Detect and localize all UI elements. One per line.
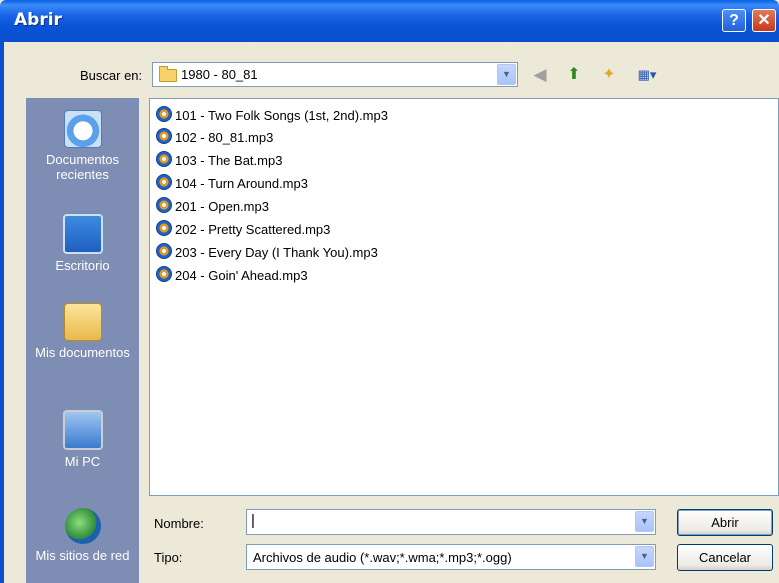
file-item[interactable]: 102 - 80_81.mp3	[156, 127, 273, 149]
close-button[interactable]: ✕	[752, 9, 776, 32]
filename-label: Nombre:	[154, 516, 204, 531]
file-item[interactable]: 201 - Open.mp3	[156, 196, 269, 218]
place-my-computer[interactable]: Mi PC	[26, 410, 139, 469]
file-item[interactable]: 104 - Turn Around.mp3	[156, 173, 308, 195]
audio-file-icon	[156, 128, 172, 144]
my-documents-icon	[63, 303, 102, 341]
help-button[interactable]: ?	[722, 9, 746, 32]
file-item[interactable]: 204 - Goin' Ahead.mp3	[156, 265, 308, 287]
place-label: Mis sitios de red	[35, 548, 130, 563]
file-item[interactable]: 202 - Pretty Scattered.mp3	[156, 219, 330, 241]
window-frame-left	[0, 42, 4, 583]
chevron-down-icon[interactable]: ▼	[635, 511, 654, 532]
places-bar: Documentos recientes Escritorio Mis docu…	[26, 98, 139, 583]
network-places-icon	[64, 508, 101, 544]
audio-file-icon	[156, 266, 172, 282]
cancel-button[interactable]: Cancelar	[677, 544, 773, 571]
place-recent-documents[interactable]: Documentos recientes	[26, 110, 139, 182]
place-desktop[interactable]: Escritorio	[26, 214, 139, 273]
lookin-value: 1980 - 80_81	[181, 67, 258, 82]
file-name: 204 - Goin' Ahead.mp3	[175, 268, 308, 283]
place-network[interactable]: Mis sitios de red	[26, 508, 139, 563]
file-name: 104 - Turn Around.mp3	[175, 176, 308, 191]
lookin-label: Buscar en:	[80, 68, 143, 83]
lookin-dropdown[interactable]: 1980 - 80_81 ▼	[152, 62, 518, 87]
recent-documents-icon	[63, 110, 102, 148]
folder-icon	[159, 66, 177, 82]
file-name: 103 - The Bat.mp3	[175, 153, 283, 168]
chevron-down-icon[interactable]: ▼	[635, 546, 654, 567]
file-list[interactable]: 101 - Two Folk Songs (1st, 2nd).mp3 102 …	[149, 98, 779, 496]
place-label: Mi PC	[64, 454, 101, 469]
filetype-value: Archivos de audio (*.wav;*.wma;*.mp3;*.o…	[253, 550, 512, 565]
place-label: Escritorio	[55, 258, 110, 273]
audio-file-icon	[156, 106, 172, 122]
file-name: 203 - Every Day (I Thank You).mp3	[175, 245, 378, 260]
open-button[interactable]: Abrir	[677, 509, 773, 536]
chevron-down-icon[interactable]: ▼	[497, 64, 516, 85]
text-cursor: |	[251, 512, 255, 529]
window-title: Abrir	[14, 10, 62, 30]
new-folder-icon[interactable]: ✦	[598, 64, 620, 86]
views-menu-icon[interactable]: ▦▾	[631, 64, 663, 86]
file-name: 201 - Open.mp3	[175, 199, 269, 214]
audio-file-icon	[156, 174, 172, 190]
file-name: 102 - 80_81.mp3	[175, 130, 274, 145]
place-label: Mis documentos	[35, 345, 130, 360]
filetype-dropdown[interactable]: Archivos de audio (*.wav;*.wma;*.mp3;*.o…	[246, 544, 656, 570]
audio-file-icon	[156, 197, 172, 213]
place-my-documents[interactable]: Mis documentos	[26, 303, 139, 360]
place-label: Documentos recientes	[46, 152, 119, 182]
title-bar: Abrir ? ✕	[0, 0, 779, 42]
file-item[interactable]: 101 - Two Folk Songs (1st, 2nd).mp3	[156, 105, 388, 127]
audio-file-icon	[156, 243, 172, 259]
up-folder-icon[interactable]: ⬆	[563, 64, 585, 86]
back-icon[interactable]: ◀	[529, 64, 551, 86]
file-name: 101 - Two Folk Songs (1st, 2nd).mp3	[175, 108, 388, 123]
audio-file-icon	[156, 151, 172, 167]
desktop-icon	[62, 214, 103, 254]
my-computer-icon	[62, 410, 103, 450]
audio-file-icon	[156, 220, 172, 236]
file-item[interactable]: 203 - Every Day (I Thank You).mp3	[156, 242, 378, 264]
file-item[interactable]: 103 - The Bat.mp3	[156, 150, 282, 172]
filetype-label: Tipo:	[154, 550, 183, 565]
filename-input[interactable]: | ▼	[246, 509, 656, 535]
file-name: 202 - Pretty Scattered.mp3	[175, 222, 331, 237]
